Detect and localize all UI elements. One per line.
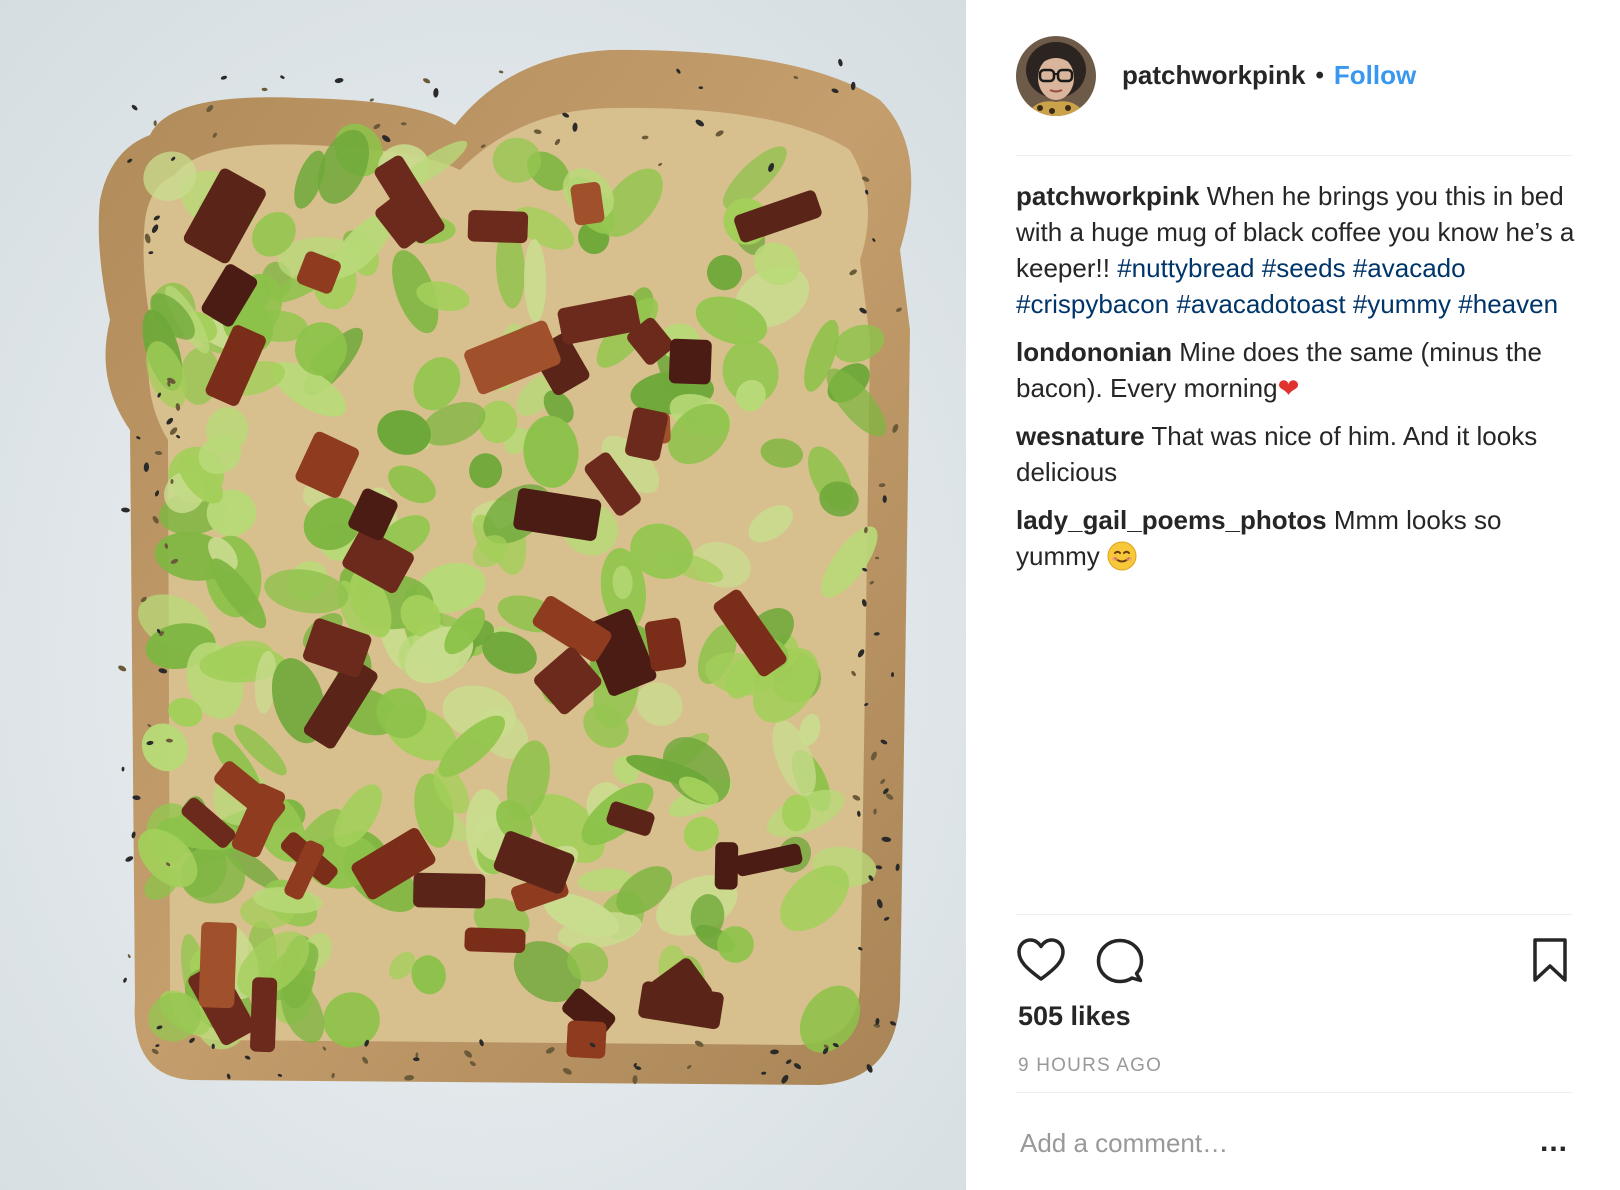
likes-count[interactable]: 505 likes	[1018, 1001, 1131, 1032]
post-timestamp[interactable]: 9 HOURS AGO	[1018, 1055, 1162, 1077]
post-container: patchworkpink • Follow patchworkpink Whe…	[0, 0, 1620, 1190]
separator-dot: •	[1315, 61, 1324, 89]
bacon-bit	[250, 977, 278, 1053]
bacon-bit	[566, 1020, 607, 1059]
bacon-bit	[570, 181, 605, 226]
more-options-button[interactable]: ...	[1540, 1127, 1568, 1157]
comment-input[interactable]	[1020, 1123, 1500, 1163]
hashtag-link[interactable]: #avacadotoast	[1176, 289, 1345, 319]
comment-bubble-icon	[1096, 938, 1144, 984]
bacon-bit	[467, 209, 529, 244]
heart-icon	[1017, 938, 1065, 981]
save-button[interactable]	[1532, 937, 1568, 988]
bread-seed	[882, 495, 887, 503]
bacon-bit	[464, 927, 526, 954]
caption-comment: patchworkpink When he brings you this in…	[1016, 178, 1580, 322]
comment-item: wesnature That was nice of him. And it l…	[1016, 418, 1580, 490]
post-header: patchworkpink • Follow	[1016, 0, 1572, 156]
heart-emoji: ❤	[1277, 373, 1300, 403]
add-comment-bar: ...	[1016, 1092, 1572, 1190]
smiling-face-emoji-icon	[1107, 541, 1137, 571]
post-side-panel: patchworkpink • Follow patchworkpink Whe…	[966, 0, 1620, 1190]
bacon-bit	[668, 338, 712, 385]
post-actions: 505 likes 9 HOURS AGO	[1016, 914, 1572, 1095]
comment-username[interactable]: lady_gail_poems_photos	[1016, 505, 1327, 535]
hashtag-link[interactable]: #crispybacon	[1016, 289, 1169, 319]
comment-button[interactable]	[1096, 937, 1144, 990]
hashtag-link[interactable]: #heaven	[1458, 289, 1558, 319]
comment-item: londononian Mine does the same (minus th…	[1016, 334, 1580, 406]
comments-list: patchworkpink When he brings you this in…	[1016, 178, 1580, 586]
like-button[interactable]	[1016, 937, 1066, 988]
bacon-bit	[413, 872, 486, 909]
post-photo[interactable]	[0, 0, 966, 1190]
hashtag-link[interactable]: #seeds	[1262, 253, 1346, 283]
action-icons	[1016, 937, 1572, 987]
hashtag-link[interactable]: #avacado	[1353, 253, 1466, 283]
comment-item: lady_gail_poems_photos Mmm looks so yumm…	[1016, 502, 1580, 574]
bread-seed	[211, 1043, 215, 1050]
hashtag-link[interactable]: #yummy	[1353, 289, 1451, 319]
comment-username[interactable]: wesnature	[1016, 421, 1145, 451]
comment-username[interactable]: londononian	[1016, 337, 1172, 367]
avatar-image	[1016, 35, 1096, 116]
bacon-bit	[714, 842, 739, 890]
author-username[interactable]: patchworkpink	[1122, 60, 1305, 91]
follow-button[interactable]: Follow	[1334, 60, 1416, 91]
profile-avatar[interactable]	[1016, 35, 1096, 116]
hashtag-link[interactable]: #nuttybread	[1117, 253, 1254, 283]
comment-username[interactable]: patchworkpink	[1016, 181, 1199, 211]
header-text: patchworkpink • Follow	[1122, 60, 1416, 91]
bacon-bit	[198, 922, 237, 1009]
avocado-toast-image	[0, 0, 966, 1190]
bookmark-icon	[1533, 938, 1567, 982]
